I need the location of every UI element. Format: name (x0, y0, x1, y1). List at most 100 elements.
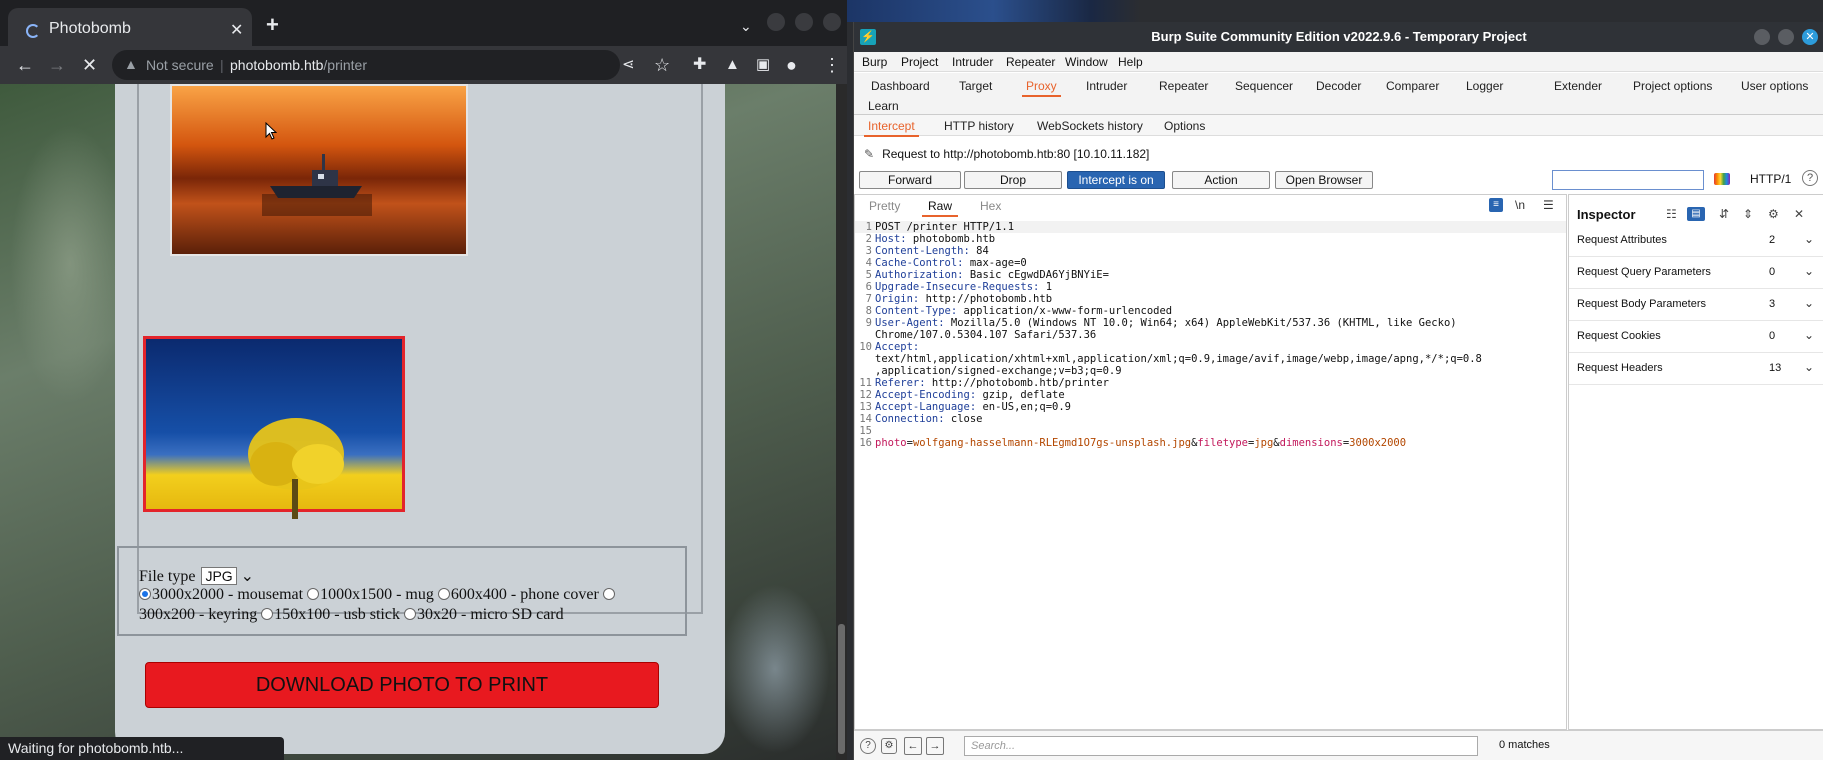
menu-kebab-icon[interactable]: ⋮ (823, 54, 841, 76)
line-content: text/html,application/xhtml+xml,applicat… (875, 353, 1482, 365)
bookmark-star-icon[interactable]: ☆ (654, 54, 670, 76)
chevron-down-icon[interactable]: ⌄ (1804, 328, 1814, 342)
share-icon[interactable]: ⋖ (622, 54, 635, 76)
tab-http-history[interactable]: HTTP history (944, 119, 1014, 133)
size-radio-30x20[interactable] (403, 608, 416, 620)
tab-raw[interactable]: Raw (921, 199, 959, 217)
settings-gear-icon[interactable]: ⚙ (1768, 207, 1779, 221)
size-radio-3000x2000[interactable] (139, 588, 151, 600)
photo-tree[interactable] (143, 336, 405, 519)
show-newlines-toggle[interactable]: \n (1515, 198, 1525, 212)
wrap-lines-icon[interactable]: ≡ (1489, 198, 1503, 212)
tab-dashboard[interactable]: Dashboard (871, 79, 930, 93)
tab-logger[interactable]: Logger (1466, 79, 1503, 93)
forward-arrow-icon[interactable]: → (48, 54, 66, 76)
page-scrollbar[interactable] (836, 84, 847, 760)
tab-repeater[interactable]: Repeater (1159, 79, 1208, 93)
settings-gear-icon[interactable]: ⚙ (881, 738, 897, 754)
header-name: User-Agent: (875, 317, 945, 329)
highlight-color-icon[interactable] (1714, 173, 1730, 185)
photo-boat[interactable] (170, 84, 468, 256)
tab-intercept[interactable]: Intercept (864, 119, 919, 137)
action-button[interactable]: Action (1172, 171, 1270, 189)
menu-window[interactable]: Window (1065, 55, 1108, 69)
editor-search-input[interactable]: Search... (964, 736, 1478, 756)
line-number: 11 (859, 377, 872, 389)
help-icon[interactable]: ? (860, 738, 876, 754)
open-browser-button[interactable]: Open Browser (1275, 171, 1373, 189)
tab-proxy-options[interactable]: Options (1164, 119, 1205, 133)
inspector-section[interactable]: Request Query Parameters 0 ⌄ (1569, 257, 1823, 289)
menu-help[interactable]: Help (1118, 55, 1143, 69)
line-content: photo=wolfgang-hasselmann-RLEgmd1O7gs-un… (875, 437, 1406, 449)
chevron-down-icon[interactable]: ⌄ (1804, 264, 1814, 278)
size-radio-150x100[interactable] (261, 608, 274, 620)
minimize-button[interactable] (767, 13, 785, 31)
inspector-section-label: Request Attributes (1577, 234, 1667, 246)
pencil-icon[interactable]: ✎ (864, 147, 874, 161)
extensions-icon[interactable]: ✚ (693, 54, 706, 76)
inspector-section[interactable]: Request Cookies 0 ⌄ (1569, 321, 1823, 353)
editor-menu-icon[interactable]: ☰ (1543, 198, 1554, 212)
expand-all-icon[interactable]: ⇵ (1719, 207, 1729, 221)
back-arrow-icon[interactable]: ← (16, 54, 34, 76)
tab-extender[interactable]: Extender (1554, 79, 1602, 93)
tab-search-icon[interactable]: ⌄ (740, 18, 752, 35)
forward-button[interactable]: Forward (859, 171, 961, 189)
tab-comparer[interactable]: Comparer (1386, 79, 1439, 93)
chevron-down-icon[interactable]: ⌄ (1804, 232, 1814, 246)
close-window-button[interactable] (823, 13, 841, 31)
tab-websockets-history[interactable]: WebSockets history (1037, 119, 1143, 133)
download-photo-button[interactable]: DOWNLOAD PHOTO TO PRINT (145, 662, 659, 708)
header-name: Upgrade-Insecure-Requests: (875, 281, 1040, 293)
tab-project-options[interactable]: Project options (1633, 79, 1712, 93)
intercept-search-input[interactable] (1552, 170, 1704, 190)
tab-user-options[interactable]: User options (1741, 79, 1808, 93)
size-radio-300x200[interactable] (602, 588, 615, 600)
protocol-label[interactable]: HTTP/1 (1750, 172, 1791, 186)
tab-learn[interactable]: Learn (868, 99, 899, 113)
size-radio-1000x1500[interactable] (307, 588, 320, 600)
maximize-button[interactable] (795, 13, 813, 31)
file-type-select[interactable]: JPG (201, 567, 237, 585)
tab-hex[interactable]: Hex (980, 199, 1001, 213)
minimize-button[interactable] (1754, 29, 1770, 45)
previous-match-button[interactable]: ← (904, 737, 922, 755)
chevron-down-icon[interactable]: ⌄ (1804, 296, 1814, 310)
tab-intruder[interactable]: Intruder (1086, 79, 1127, 93)
close-tab-icon[interactable]: ✕ (230, 20, 243, 40)
drop-button[interactable]: Drop (964, 171, 1062, 189)
help-icon[interactable]: ? (1802, 170, 1818, 186)
panel-view-icon[interactable]: ▤ (1687, 207, 1705, 221)
close-window-button[interactable]: ✕ (1802, 29, 1818, 45)
address-bar[interactable]: ▲ Not secure | photobomb.htb/printer (112, 50, 620, 80)
intercept-toggle-button[interactable]: Intercept is on (1067, 171, 1165, 189)
tab-decoder[interactable]: Decoder (1316, 79, 1361, 93)
inspector-section[interactable]: Request Body Parameters 3 ⌄ (1569, 289, 1823, 321)
menu-intruder[interactable]: Intruder (952, 55, 993, 69)
tab-proxy[interactable]: Proxy (1022, 79, 1061, 97)
tab-sequencer[interactable]: Sequencer (1235, 79, 1293, 93)
line-content: Authorization: Basic cEgwdDA6YjBNYiE= (875, 269, 1109, 281)
menu-repeater[interactable]: Repeater (1006, 55, 1055, 69)
raw-request[interactable]: 1 POST /printer HTTP/1.1 2 Host: photobomb.… (855, 221, 1566, 449)
new-tab-button[interactable]: + (266, 12, 279, 38)
inspector-section[interactable]: Request Headers 13 ⌄ (1569, 353, 1823, 385)
maximize-button[interactable] (1778, 29, 1794, 45)
menu-project[interactable]: Project (901, 55, 938, 69)
close-inspector-icon[interactable]: ✕ (1794, 207, 1804, 221)
scrollbar-thumb[interactable] (838, 624, 845, 754)
size-radio-600x400[interactable] (437, 588, 450, 600)
chevron-down-icon[interactable]: ⌄ (1804, 360, 1814, 374)
tab-target[interactable]: Target (959, 79, 992, 93)
inspector-section[interactable]: Request Attributes 2 ⌄ (1569, 225, 1823, 257)
side-panel-icon[interactable]: ▣ (756, 54, 770, 76)
next-match-button[interactable]: → (926, 737, 944, 755)
stop-loading-icon[interactable]: ✕ (82, 54, 97, 76)
menu-burp[interactable]: Burp (862, 55, 887, 69)
flask-icon[interactable]: ▲ (725, 54, 740, 76)
list-view-icon[interactable]: ☷ (1666, 207, 1677, 221)
profile-avatar-icon[interactable]: ● (786, 54, 797, 76)
tab-pretty[interactable]: Pretty (869, 199, 900, 213)
collapse-all-icon[interactable]: ⇕ (1743, 207, 1753, 221)
